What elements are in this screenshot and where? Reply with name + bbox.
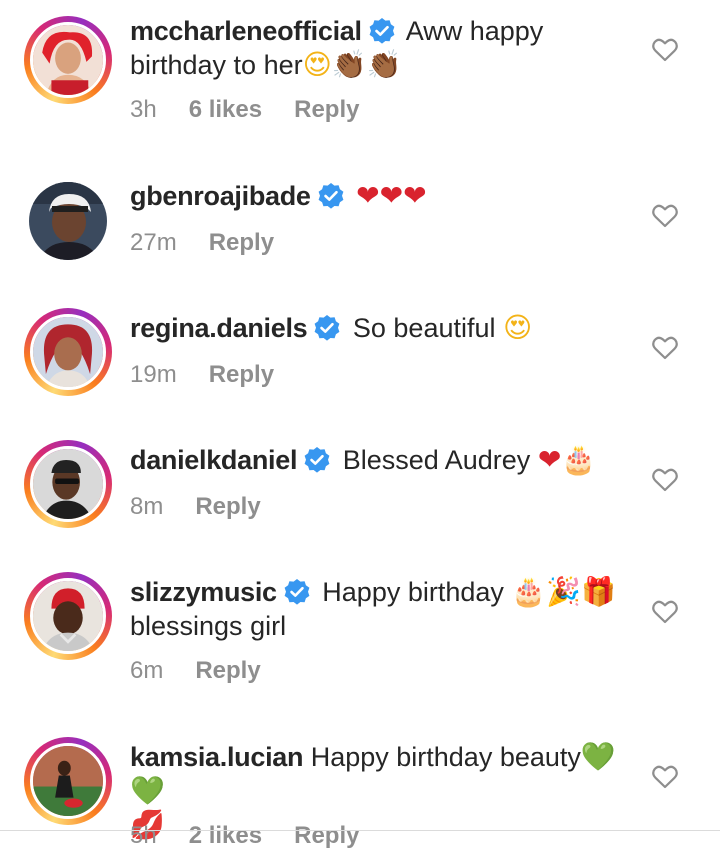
comment-text: Happy birthday beauty [310,742,581,772]
red-heart-emoji-icon: ❤ [403,179,427,212]
comment-body: regina.daniels So beautiful 😍 [130,311,640,345]
comment-body: gbenroajibade ❤❤❤ [130,179,640,213]
verified-badge-icon [368,17,396,45]
avatar[interactable] [30,22,106,98]
comment-body: danielkdaniel Blessed Audrey ❤🎂 [130,443,640,477]
comment-likes[interactable]: 2 likes [189,822,262,849]
comment-likes[interactable]: 6 likes [189,96,262,123]
avatar-story-ring[interactable] [24,308,112,396]
comment-time: 3h [130,96,157,123]
comment-meta: 27m Reply [130,229,306,257]
avatar[interactable] [30,314,106,390]
verified-badge-icon [303,446,331,474]
heart-eyes-emoji-icon: 😍 [302,48,332,81]
reply-button[interactable]: Reply [209,229,274,256]
comment-username[interactable]: kamsia.lucian [130,742,304,772]
clapping-hands-emoji-icon: 👏🏾 [366,48,402,81]
reply-button[interactable]: Reply [294,96,359,123]
comment-time: 27m [130,229,177,256]
avatar-wrapper[interactable] [24,177,112,265]
comment-username[interactable]: regina.daniels [130,313,308,343]
avatar[interactable] [30,578,106,654]
comment-text: So beautiful [352,313,496,343]
like-heart-icon[interactable] [652,765,678,789]
avatar-story-ring[interactable] [24,16,112,104]
red-heart-emoji-icon: ❤ [379,179,404,212]
bottom-divider [0,830,720,831]
comment-time: 5h [130,822,157,849]
heart-eyes-emoji-icon: 😍 [503,311,533,344]
comment-username[interactable]: gbenroajibade [130,181,311,211]
like-heart-icon[interactable] [652,38,678,62]
like-heart-icon[interactable] [652,600,678,624]
comment-list: mccharleneofficial Aww happy birthday to… [0,0,720,849]
comment-text: Blessed Audrey [342,445,531,475]
avatar-story-ring[interactable] [24,440,112,528]
comment-meta: 6m Reply [130,657,293,685]
comment-meta: 3h 6 likes Reply [130,96,391,124]
verified-badge-icon [317,182,345,210]
avatar[interactable] [29,182,107,260]
clapping-hands-emoji-icon: 👏🏾 [331,48,367,81]
comment-meta: 5h 2 likes Reply [130,822,391,850]
avatar-story-ring[interactable] [24,572,112,660]
comment-username[interactable]: danielkdaniel [130,445,297,475]
reply-button[interactable]: Reply [195,493,260,520]
gift-emoji-icon: 🎁 [581,575,617,608]
green-heart-emoji-icon: 💚 [130,774,165,807]
reply-button[interactable]: Reply [209,361,274,388]
like-heart-icon[interactable] [652,336,678,360]
comment-time: 6m [130,657,164,684]
like-heart-icon[interactable] [652,468,678,492]
comment-username[interactable]: mccharleneofficial [130,16,362,46]
verified-badge-icon [283,578,311,606]
comment-time: 19m [130,361,177,388]
avatar[interactable] [30,446,106,522]
comment-text-line2: blessings girl [130,611,287,641]
comment-meta: 8m Reply [130,493,293,521]
avatar[interactable] [30,743,106,819]
comment-body: mccharleneofficial Aww happy birthday to… [130,14,640,82]
reply-button[interactable]: Reply [294,822,359,849]
like-heart-icon[interactable] [652,204,678,228]
comment-body: slizzymusic Happy birthday 🎂🎉🎁 blessings … [130,575,640,643]
comment-username[interactable]: slizzymusic [130,577,277,607]
birthday-cake-emoji-icon: 🎂 [511,575,547,608]
comment-time: 8m [130,493,164,520]
verified-badge-icon [313,314,341,342]
birthday-cake-emoji-icon: 🎂 [561,443,597,476]
red-heart-emoji-icon: ❤ [537,443,562,476]
comment-meta: 19m Reply [130,361,306,389]
comment-text: Happy birthday [322,577,504,607]
avatar-story-ring[interactable] [24,737,112,825]
green-heart-emoji-icon: 💚 [580,740,616,773]
red-heart-emoji-icon: ❤ [356,179,380,212]
party-popper-emoji-icon: 🎉 [546,575,582,608]
reply-button[interactable]: Reply [195,657,260,684]
